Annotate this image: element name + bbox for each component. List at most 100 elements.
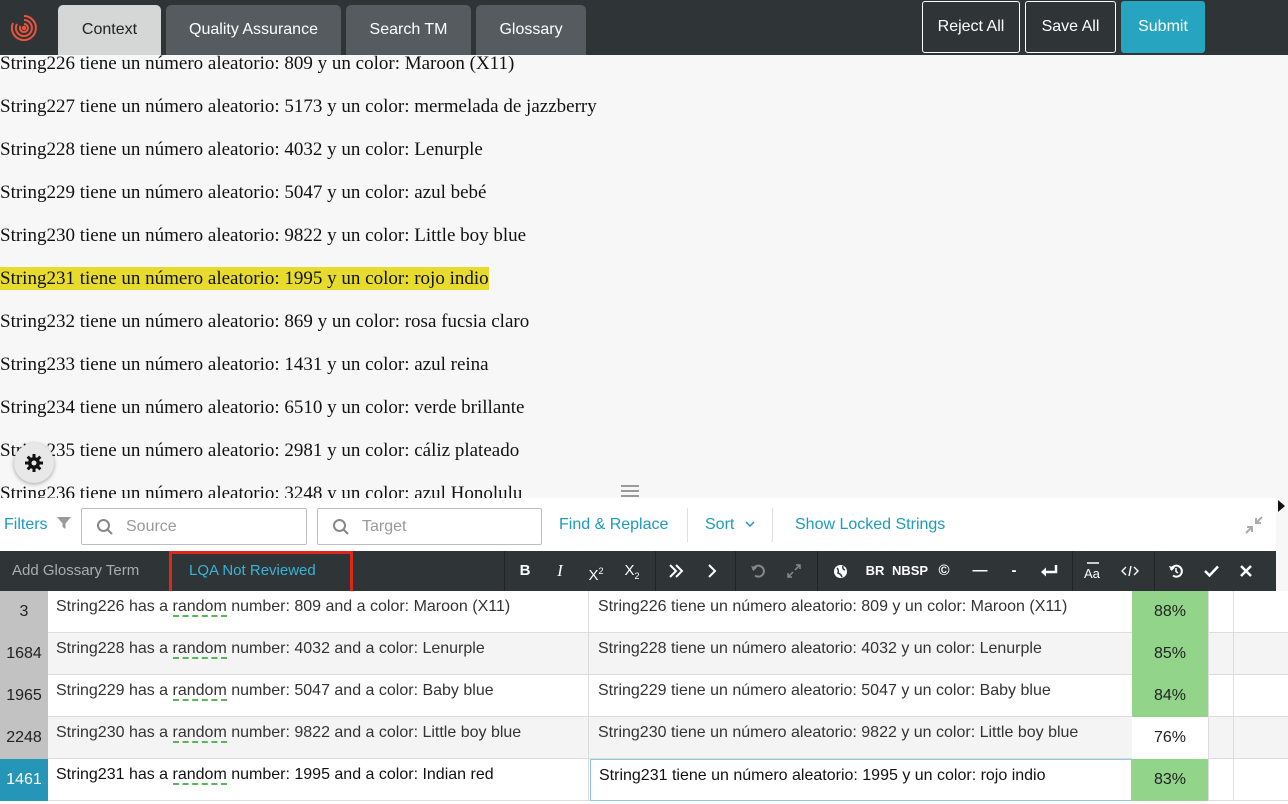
italic-button[interactable]: I [550, 551, 570, 591]
return-arrow-icon [1041, 565, 1058, 577]
strings-grid: 3 String226 has a random number: 809 and… [0, 591, 1288, 804]
history-icon [1169, 564, 1183, 578]
source-text: String228 has a random number: 4032 and … [48, 633, 589, 675]
enter-button[interactable] [1038, 551, 1060, 591]
toolbar-divider [735, 551, 736, 591]
target-search-input[interactable] [362, 515, 532, 539]
status-cell [1208, 633, 1234, 675]
revert-button[interactable] [1166, 551, 1186, 591]
context-preview[interactable]: String226 tiene un número aleatorio: 809… [0, 55, 1276, 498]
search-icon [333, 519, 349, 535]
target-text[interactable]: String229 tiene un número aleatorio: 504… [590, 675, 1132, 717]
table-row[interactable]: 1965 String229 has a random number: 5047… [0, 675, 1288, 717]
source-text: String229 has a random number: 5047 and … [48, 675, 589, 717]
glossary-term[interactable]: random [172, 598, 227, 617]
em-dash-button[interactable]: — [968, 551, 992, 591]
confirm-button[interactable] [1201, 551, 1221, 591]
side-panel-arrow-icon[interactable] [1278, 500, 1285, 512]
close-icon [1240, 565, 1252, 577]
tm-match-score: 83% [1132, 759, 1208, 801]
fingerprint-logo-icon [10, 15, 37, 41]
collapse-icon[interactable] [1245, 516, 1263, 534]
globe-icon [833, 564, 847, 578]
glossary-term[interactable]: random [172, 682, 227, 701]
superscript-button[interactable]: X2 [584, 551, 608, 591]
string-id: 3 [0, 591, 48, 633]
context-line: String228 tiene un número aleatorio: 403… [0, 139, 483, 160]
action-cell [1234, 633, 1288, 675]
tags-button[interactable] [1119, 551, 1141, 591]
glossary-term[interactable]: random [172, 724, 227, 743]
context-line: String229 tiene un número aleatorio: 504… [0, 182, 487, 203]
target-text-editor[interactable]: String231 tiene un número aleatorio: 199… [590, 759, 1132, 801]
string-id: 1461 [0, 759, 48, 801]
context-line: String236 tiene un número aleatorio: 324… [0, 483, 523, 498]
glossary-term[interactable]: random [172, 766, 227, 785]
settings-button[interactable] [14, 443, 54, 483]
bold-button[interactable]: B [514, 551, 536, 591]
tm-match-score: 76% [1132, 717, 1208, 759]
special-characters-button[interactable] [830, 551, 850, 591]
reject-all-button[interactable]: Reject All [922, 1, 1020, 53]
resize-handle-icon[interactable] [621, 484, 639, 498]
add-glossary-term-button[interactable]: Add Glossary Term [12, 551, 139, 591]
copy-button[interactable] [702, 551, 722, 591]
tab-search-tm[interactable]: Search TM [346, 5, 471, 55]
source-search [81, 508, 307, 545]
undo-button[interactable] [748, 551, 768, 591]
subscript-button[interactable]: X2 [620, 551, 644, 591]
action-cell [1234, 675, 1288, 717]
top-bar: Context Quality Assurance Search TM Glos… [0, 0, 1288, 55]
change-case-button[interactable]: Aa [1081, 551, 1105, 591]
source-text: String226 has a random number: 809 and a… [48, 591, 589, 633]
action-cell [1234, 591, 1288, 633]
reject-button[interactable] [1236, 551, 1256, 591]
copyright-button[interactable]: © [935, 551, 953, 591]
glossary-term[interactable]: random [172, 640, 227, 659]
superscript-icon: X2 [588, 566, 604, 584]
show-locked-strings-button[interactable]: Show Locked Strings [795, 498, 945, 551]
subscript-icon: X2 [624, 562, 640, 581]
nbsp-button[interactable]: NBSP [891, 551, 929, 591]
target-text[interactable]: String230 tiene un número aleatorio: 982… [590, 717, 1132, 759]
table-row[interactable]: 1684 String228 has a random number: 4032… [0, 633, 1288, 675]
context-line: String230 tiene un número aleatorio: 982… [0, 225, 527, 246]
tm-match-score: 88% [1132, 591, 1208, 633]
gear-icon [25, 454, 43, 472]
string-id: 2248 [0, 717, 48, 759]
source-search-input[interactable] [126, 515, 296, 539]
context-line: String234 tiene un número aleatorio: 651… [0, 397, 525, 418]
copy-all-button[interactable] [666, 551, 686, 591]
target-text[interactable]: String226 tiene un número aleatorio: 809… [590, 591, 1132, 633]
toolbar-divider [1072, 551, 1073, 591]
chevron-right-icon [708, 564, 717, 578]
tm-match-score: 84% [1132, 675, 1208, 717]
filters-button[interactable]: Filters [4, 498, 72, 551]
table-row[interactable]: 2248 String230 has a random number: 9822… [0, 717, 1288, 759]
string-id: 1684 [0, 633, 48, 675]
filters-label: Filters [4, 516, 48, 533]
expand-button[interactable] [784, 551, 804, 591]
table-row[interactable]: 3 String226 has a random number: 809 and… [0, 591, 1288, 633]
tm-match-score: 85% [1132, 633, 1208, 675]
save-all-button[interactable]: Save All [1025, 1, 1116, 53]
source-text: String231 has a random number: 1995 and … [48, 759, 589, 801]
sort-label: Sort [705, 516, 735, 533]
line-break-button[interactable]: BR [864, 551, 886, 591]
filter-toolbar: Filters Find & Replace Sort Show Locked … [0, 498, 1276, 551]
submit-button[interactable]: Submit [1121, 1, 1205, 53]
hyphen-button[interactable]: - [1006, 551, 1022, 591]
status-cell [1208, 591, 1234, 633]
sort-dropdown[interactable]: Sort [705, 498, 755, 551]
tab-glossary[interactable]: Glossary [476, 5, 586, 55]
tab-context[interactable]: Context [58, 5, 161, 55]
context-line: String232 tiene un número aleatorio: 869… [0, 311, 530, 332]
checkmark-icon [1203, 565, 1219, 578]
context-line: String227 tiene un número aleatorio: 517… [0, 96, 597, 117]
lqa-status-highlight [169, 551, 353, 595]
find-replace-button[interactable]: Find & Replace [559, 498, 668, 551]
tab-quality-assurance[interactable]: Quality Assurance [166, 5, 341, 55]
context-line-highlighted: String231 tiene un número aleatorio: 199… [0, 267, 489, 290]
table-row-active[interactable]: 1461 String231 has a random number: 1995… [0, 759, 1288, 801]
target-text[interactable]: String228 tiene un número aleatorio: 403… [590, 633, 1132, 675]
